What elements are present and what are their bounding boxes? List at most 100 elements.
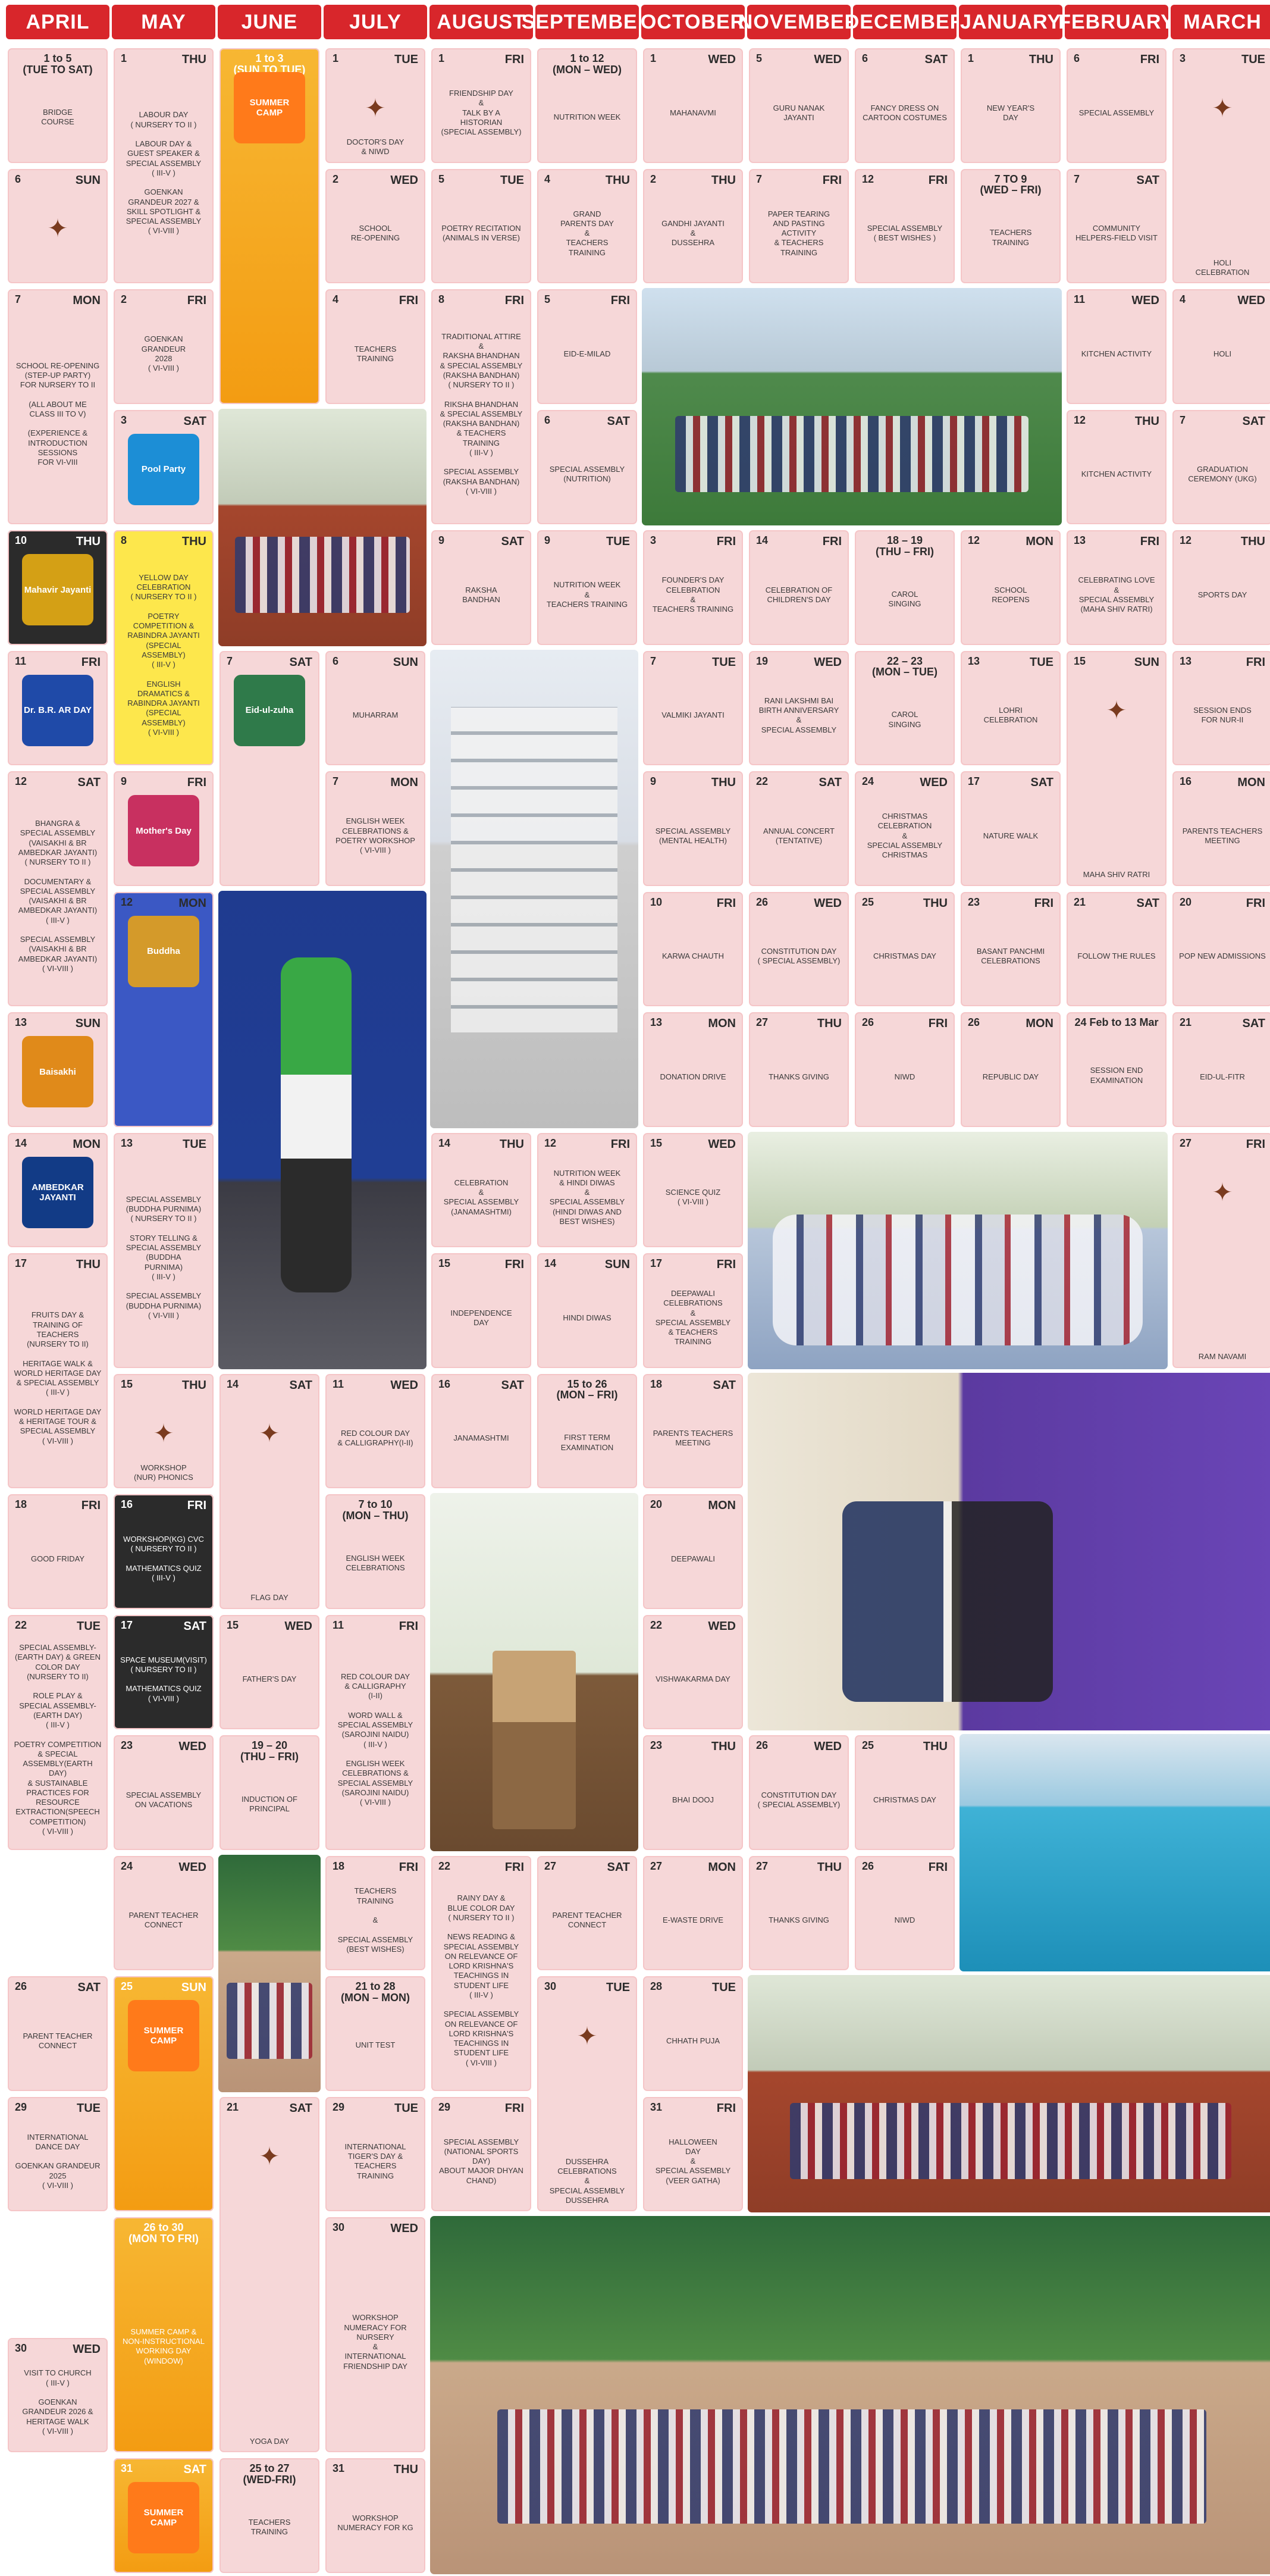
calendar-cell-sep-9: 9 TUE NUTRITION WEEK & TEACHERS TRAINING — [535, 528, 639, 647]
cell-date: 22 — [15, 1619, 27, 1631]
cell-event-text: PARENTS TEACHERS MEETING — [1182, 826, 1263, 845]
calendar-cell-apr-6: 6 SUN ✦ — [6, 167, 109, 285]
mothers-day-art: Mother's Day — [128, 795, 199, 866]
cell-header: 1 TUE — [325, 48, 425, 67]
cell-header: 9 TUE — [537, 530, 637, 549]
cell-event-text: E-WASTE DRIVE — [662, 1915, 724, 1925]
cell-date: 16 — [438, 1378, 451, 1390]
cell-header: 8 FRI — [431, 289, 531, 308]
calendar-cell-jun-7: 7 SAT Eid-ul-zuha — [218, 649, 321, 888]
photo-craft — [746, 1370, 1270, 1732]
cell-date: 17 — [968, 775, 980, 787]
cell-event-text: SESSION ENDS FOR NUR-II — [1193, 706, 1252, 725]
cell-header: 13 FRI — [1067, 530, 1166, 549]
month-header-november: NOVEMBER — [738, 5, 859, 39]
calendar-cell-jan-26: 26 MON REPUBLIC DAY — [959, 1010, 1062, 1129]
cell-date: 27 — [756, 1016, 769, 1028]
cell-weekday: FRI — [81, 1499, 101, 1512]
cell-date: 7 TO 9 (WED – FRI) — [980, 173, 1042, 196]
cell-date: 12 — [544, 1137, 557, 1149]
cell-event-text: WORKSHOP NUMERACY FOR KG — [337, 2513, 413, 2532]
cell-weekday: SAT — [289, 1378, 312, 1392]
cell-weekday: SUN — [604, 1258, 630, 1271]
cell-event-text: KITCHEN ACTIVITY — [1081, 469, 1152, 479]
calendar-cell-aug-15: 15 FRI INDEPENDENCE DAY — [429, 1251, 533, 1370]
cell-header: 12 FRI — [855, 169, 955, 187]
cell-weekday: FRI — [187, 776, 206, 789]
cell-header: 15 THU — [114, 1374, 214, 1392]
cell-header: 1 THU — [114, 48, 214, 67]
cell-event-text: FANCY DRESS ON CARTOON COSTUMES — [863, 103, 947, 122]
cell-date: 4 — [544, 173, 551, 185]
calendar-cell-feb-24: 24 Feb to 13 Mar SESSION END EXAMINATION — [1065, 1010, 1168, 1129]
cell-event-text: RANI LAKSHMI BAI BIRTH ANNIVERSARY & SPE… — [758, 696, 839, 734]
cell-date: 6 — [862, 52, 868, 64]
cell-header: 1 WED — [643, 48, 743, 67]
cell-header: 21 SAT — [219, 2097, 319, 2115]
cell-header: 26 to 30 (MON TO FRI) — [114, 2217, 214, 2245]
cell-header: 27 THU — [749, 1856, 849, 1874]
cell-date: 4 — [333, 293, 339, 305]
pool-party-art: Pool Party — [128, 433, 199, 505]
cell-weekday: MON — [1237, 776, 1265, 789]
cell-header: 7 SAT — [1172, 410, 1270, 428]
cell-weekday: TUE — [712, 655, 736, 669]
cell-date: 6 — [333, 655, 339, 667]
cell-event-text: SPECIAL ASSEMBLY (MENTAL HEALTH) — [655, 826, 731, 845]
cell-date: 9 — [544, 534, 551, 546]
calendar-cell-apr-11: 11 FRI Dr. B.R. AR DAY — [6, 649, 109, 767]
cell-date: 25 to 27 (WED-FRI) — [243, 2462, 296, 2486]
cell-header: 21 SAT — [1172, 1012, 1270, 1031]
cell-date: 9 — [438, 534, 445, 546]
cell-date: 19 — [756, 655, 769, 667]
cell-weekday: TUE — [394, 2101, 418, 2115]
cell-event-text: NIWD — [894, 1915, 915, 1925]
calendar-cell-sep-30: 30 TUE ✦ DUSSEHRA CELEBRATIONS & SPECIAL AS… — [535, 1974, 639, 2213]
calendar-cell-sep-6: 6 SAT SPECIAL ASSEMBLY (NUTRITION) — [535, 408, 639, 526]
cell-weekday: SAT — [501, 1378, 524, 1392]
cell-header: 18 – 19 (THU – FRI) — [855, 530, 955, 558]
cell-date: 2 — [333, 173, 339, 185]
cell-weekday: SUN — [181, 1981, 206, 1994]
cell-date: 15 — [121, 1378, 133, 1390]
cell-header: 27 MON — [643, 1856, 743, 1874]
cell-header: 14 FRI — [749, 530, 849, 549]
cell-header: 13 TUE — [961, 651, 1061, 669]
cell-weekday: FRI — [1034, 896, 1053, 910]
cell-header: 30 WED — [325, 2217, 425, 2236]
cell-header: 7 TO 9 (WED – FRI) — [961, 169, 1061, 196]
cell-weekday: TUE — [394, 53, 418, 66]
cell-event-text: ENGLISH WEEK CELEBRATIONS — [346, 1553, 405, 1573]
cell-weekday: MON — [1026, 535, 1053, 548]
cell-header: 3 SAT — [114, 410, 214, 428]
cell-date: 12 — [121, 896, 133, 908]
cell-weekday: THU — [181, 53, 206, 66]
cell-weekday: WED — [178, 1860, 206, 1874]
calendar-cell-oct-17: 17 FRI DEEPAWALI CELEBRATIONS & SPECIAL AS… — [641, 1251, 745, 1370]
cell-weekday: FRI — [822, 173, 842, 187]
cell-event-text: THANKS GIVING — [769, 1915, 829, 1925]
cell-header: 26 WED — [749, 892, 849, 910]
eid-ul-zuha-art: Eid-ul-zuha — [234, 674, 305, 746]
cell-weekday: THU — [923, 896, 948, 910]
calendar-cell-dec-26b: 26 FRI NIWD — [853, 1854, 957, 1972]
cell-event-text: NUTRITION WEEK — [553, 112, 621, 122]
calendar-cell-nov-22: 22 SAT ANNUAL CONCERT (TENTATIVE) — [747, 769, 851, 888]
cell-weekday: FRI — [610, 294, 630, 307]
cell-header: 23 FRI — [961, 892, 1061, 910]
cell-header: 21 SAT — [1067, 892, 1166, 910]
cell-date: 13 — [650, 1016, 663, 1028]
calendar-cell-may-1: 1 THU LABOUR DAY ( NURSERY TO II ) LABOUR … — [112, 46, 215, 285]
cell-date: 23 — [650, 1739, 663, 1751]
calendar-cell-dec-25b: 25 THU CHRISTMAS DAY — [853, 1733, 957, 1852]
cell-weekday: SAT — [77, 1981, 101, 1994]
calendar-cell-dec-26: 26 FRI NIWD — [853, 1010, 957, 1129]
cell-header: 19 – 20 (THU – FRI) — [219, 1735, 319, 1763]
cell-date: 22 — [756, 775, 769, 787]
cell-event-text: TEACHERS TRAINING — [354, 344, 397, 363]
cell-event-text: LOHRI CELEBRATION — [983, 706, 1038, 725]
calendar-cell-feb-15: 15 SUN ✦ MAHA SHIV RATRI — [1065, 649, 1168, 888]
calendar-cell-apr-17: 17 THU FRUITS DAY & TRAINING OF TEACHERS (… — [6, 1251, 109, 1490]
cell-header: 26 MON — [961, 1012, 1061, 1031]
cell-header: 28 TUE — [643, 1976, 743, 1995]
